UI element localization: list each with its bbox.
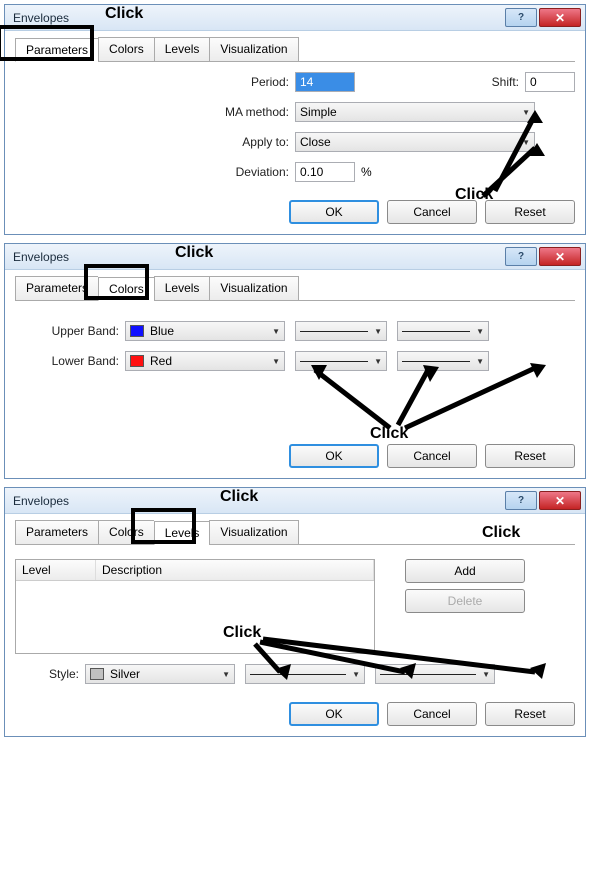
tab-parameters[interactable]: Parameters <box>15 520 98 544</box>
percent-label: % <box>361 165 372 179</box>
upper-band-color-dropdown[interactable]: Blue ▼ <box>125 321 285 341</box>
period-input[interactable] <box>295 72 355 92</box>
chevron-down-icon: ▼ <box>272 327 280 336</box>
window-title: Envelopes <box>13 494 505 508</box>
chevron-down-icon: ▼ <box>374 327 382 336</box>
chevron-down-icon: ▼ <box>222 670 230 679</box>
reset-button[interactable]: Reset <box>485 200 575 224</box>
lower-band-style-dropdown[interactable]: ▼ <box>295 351 387 371</box>
line-preview-icon <box>402 361 470 362</box>
col-level[interactable]: Level <box>16 560 96 580</box>
tab-colors[interactable]: Colors <box>98 520 154 544</box>
window-title: Envelopes <box>13 250 505 264</box>
tab-levels[interactable]: Levels <box>154 276 210 300</box>
ok-button[interactable]: OK <box>289 200 379 224</box>
style-line-dropdown[interactable]: ▼ <box>245 664 365 684</box>
line-preview-icon <box>250 674 346 675</box>
cancel-button[interactable]: Cancel <box>387 702 477 726</box>
tab-colors[interactable]: Colors <box>98 37 154 61</box>
tabstrip: Parameters Colors Levels Visualization <box>15 276 575 301</box>
ma-method-dropdown[interactable]: Simple ▼ <box>295 102 535 122</box>
cancel-button[interactable]: Cancel <box>387 200 477 224</box>
delete-button: Delete <box>405 589 525 613</box>
close-button[interactable]: ✕ <box>539 491 581 510</box>
reset-button[interactable]: Reset <box>485 702 575 726</box>
close-button[interactable]: ✕ <box>539 8 581 27</box>
shift-input[interactable] <box>525 72 575 92</box>
style-color-dropdown[interactable]: Silver ▼ <box>85 664 235 684</box>
reset-button[interactable]: Reset <box>485 444 575 468</box>
titlebar[interactable]: Envelopes ? ✕ <box>5 488 585 514</box>
chevron-down-icon: ▼ <box>272 357 280 366</box>
lower-band-label: Lower Band: <box>35 354 125 368</box>
tab-visualization[interactable]: Visualization <box>209 520 298 544</box>
window-title: Envelopes <box>13 11 505 25</box>
cancel-button[interactable]: Cancel <box>387 444 477 468</box>
levels-listview[interactable]: Level Description <box>15 559 375 654</box>
ok-button[interactable]: OK <box>289 444 379 468</box>
upper-band-style-dropdown[interactable]: ▼ <box>295 321 387 341</box>
help-button[interactable]: ? <box>505 8 537 27</box>
envelopes-dialog-parameters: Envelopes ? ✕ Parameters Colors Levels V… <box>4 4 586 235</box>
chevron-down-icon: ▼ <box>522 138 530 147</box>
tab-levels[interactable]: Levels <box>154 521 210 545</box>
envelopes-dialog-colors: Envelopes ? ✕ Parameters Colors Levels V… <box>4 243 586 479</box>
lower-band-color-dropdown[interactable]: Red ▼ <box>125 351 285 371</box>
upper-band-label: Upper Band: <box>35 324 125 338</box>
chevron-down-icon: ▼ <box>482 670 490 679</box>
tab-colors[interactable]: Colors <box>98 277 154 301</box>
style-width-dropdown[interactable]: ▼ <box>375 664 495 684</box>
chevron-down-icon: ▼ <box>522 108 530 117</box>
envelopes-dialog-levels: Envelopes ? ✕ Parameters Colors Levels V… <box>4 487 586 737</box>
line-preview-icon <box>402 331 470 332</box>
help-button[interactable]: ? <box>505 491 537 510</box>
apply-to-dropdown[interactable]: Close ▼ <box>295 132 535 152</box>
titlebar[interactable]: Envelopes ? ✕ <box>5 5 585 31</box>
color-swatch-blue <box>130 325 144 337</box>
tab-visualization[interactable]: Visualization <box>209 276 298 300</box>
tab-visualization[interactable]: Visualization <box>209 37 298 61</box>
tab-parameters[interactable]: Parameters <box>15 276 98 300</box>
line-preview-icon <box>300 361 368 362</box>
tabstrip: Parameters Colors Levels Visualization <box>15 37 575 62</box>
tabstrip: Parameters Colors Levels Visualization <box>15 520 575 545</box>
chevron-down-icon: ▼ <box>476 357 484 366</box>
close-button[interactable]: ✕ <box>539 247 581 266</box>
style-label: Style: <box>35 667 85 681</box>
help-button[interactable]: ? <box>505 247 537 266</box>
line-preview-icon <box>300 331 368 332</box>
lower-band-width-dropdown[interactable]: ▼ <box>397 351 489 371</box>
color-swatch-silver <box>90 668 104 680</box>
deviation-input[interactable] <box>295 162 355 182</box>
shift-label: Shift: <box>485 75 525 89</box>
tab-parameters[interactable]: Parameters <box>15 38 98 62</box>
period-label: Period: <box>215 75 295 89</box>
upper-band-width-dropdown[interactable]: ▼ <box>397 321 489 341</box>
chevron-down-icon: ▼ <box>476 327 484 336</box>
chevron-down-icon: ▼ <box>352 670 360 679</box>
tab-levels[interactable]: Levels <box>154 37 210 61</box>
line-preview-icon <box>380 674 476 675</box>
chevron-down-icon: ▼ <box>374 357 382 366</box>
ok-button[interactable]: OK <box>289 702 379 726</box>
deviation-label: Deviation: <box>215 165 295 179</box>
ma-method-label: MA method: <box>215 105 295 119</box>
apply-to-label: Apply to: <box>215 135 295 149</box>
titlebar[interactable]: Envelopes ? ✕ <box>5 244 585 270</box>
add-button[interactable]: Add <box>405 559 525 583</box>
col-description[interactable]: Description <box>96 560 374 580</box>
color-swatch-red <box>130 355 144 367</box>
